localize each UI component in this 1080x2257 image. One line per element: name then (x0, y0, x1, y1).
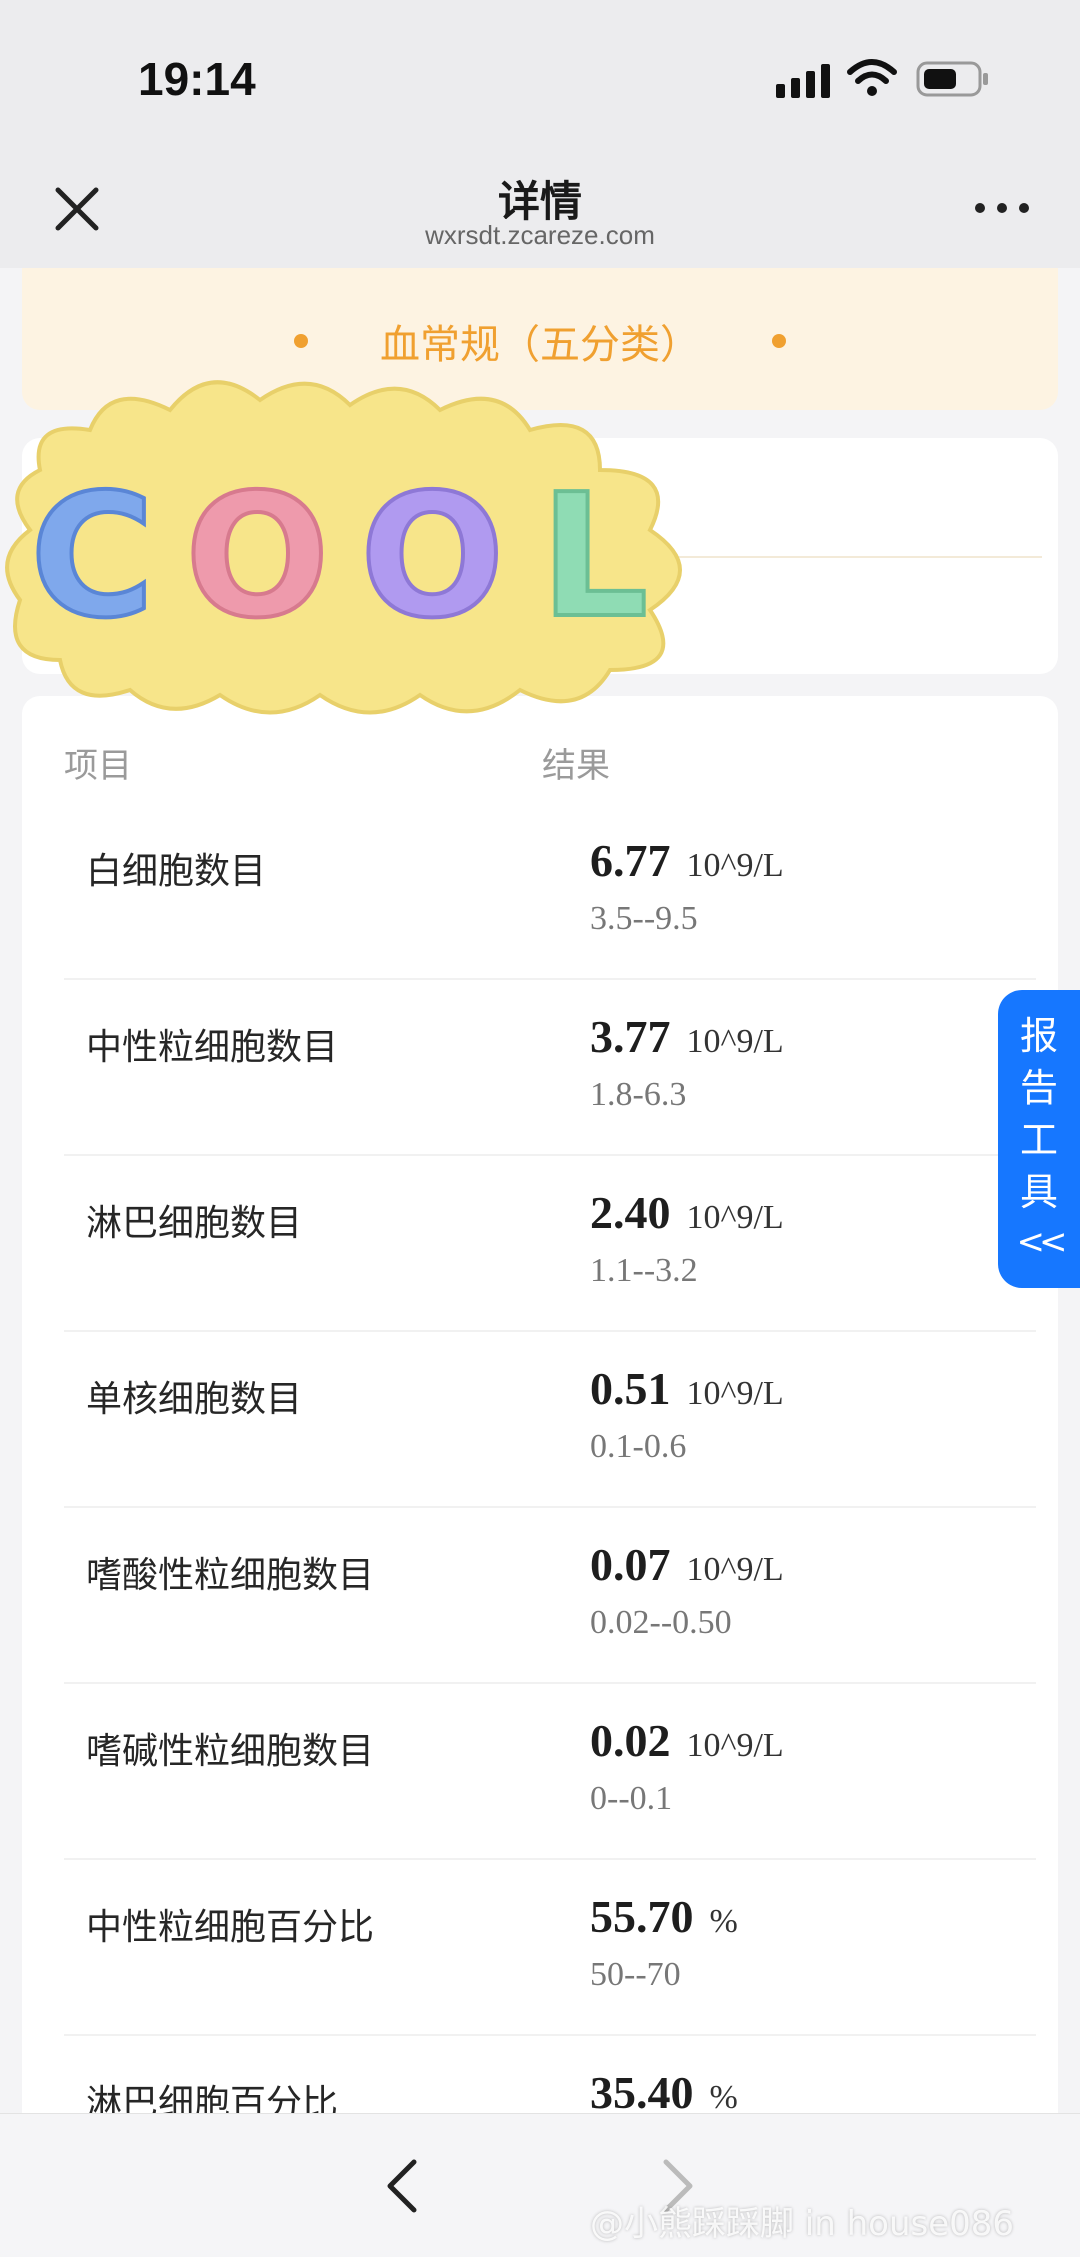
table-row: 嗜酸性粒细胞数目 0.07 10^9/L 0.02--0.50 (64, 1508, 1036, 1684)
bottom-nav-bar: @小熊踩踩脚 in house086 (0, 2113, 1080, 2257)
table-row: 嗜碱性粒细胞数目 0.02 10^9/L 0--0.1 (64, 1684, 1036, 1860)
nav-bar: 详情 wxrsdt.zcareze.com (0, 150, 1080, 268)
page-url: wxrsdt.zcareze.com (425, 220, 655, 250)
row-range: 1.8-6.3 (590, 1076, 687, 1113)
svg-text:O: O (360, 458, 505, 656)
status-bar: 19:14 (0, 0, 1080, 150)
row-range: 3.5--9.5 (590, 900, 698, 937)
row-name: 淋巴细胞百分比 (86, 2083, 339, 2113)
row-name: 白细胞数目 (86, 851, 267, 892)
row-value: 2.40 10^9/L (590, 1187, 784, 1238)
row-range: 50--70 (590, 1956, 681, 1993)
table-row: 淋巴细胞数目 2.40 10^9/L 1.1--3.2 (64, 1156, 1036, 1332)
tool-tab-char: 具 (1019, 1170, 1058, 1214)
row-unit: 10^9/L (686, 1375, 784, 1412)
row-unit: 10^9/L (686, 1727, 784, 1764)
battery-icon (916, 61, 988, 97)
row-value: 6.77 10^9/L (590, 835, 784, 886)
watermark-text: @小熊踩踩脚 in house086 (590, 2204, 1015, 2244)
row-name: 嗜碱性粒细胞数目 (86, 1731, 375, 1772)
report-tools-tab[interactable]: 报 告 工 具 << (998, 990, 1080, 1288)
results-table: 项目 结果 白细胞数目 6.77 10^9/L 3.5--9.5 中性粒细胞数目 … (22, 696, 1058, 2113)
header-result: 结果 (542, 746, 610, 786)
row-unit: 10^9/L (686, 1023, 784, 1060)
row-value: 0.02 10^9/L (590, 1715, 784, 1766)
row-unit: 10^9/L (686, 847, 784, 884)
cool-sticker-image: C O O L (5, 380, 682, 715)
wifi-icon (847, 59, 897, 96)
table-row: 淋巴细胞百分比 35.40% (64, 2036, 1036, 2113)
header-item: 项目 (64, 746, 132, 786)
svg-text:C: C (30, 458, 155, 656)
row-range: 0.1-0.6 (590, 1428, 687, 1465)
banner-dot-right (772, 334, 786, 348)
svg-text:O: O (185, 458, 330, 656)
row-unit: % (709, 1903, 738, 1940)
back-icon[interactable] (380, 2156, 424, 2216)
status-time: 19:14 (138, 53, 256, 105)
row-unit: 10^9/L (686, 1199, 784, 1236)
signal-icon (776, 64, 830, 98)
row-range: 1.1--3.2 (590, 1252, 698, 1289)
table-row: 单核细胞数目 0.51 10^9/L 0.1-0.6 (64, 1332, 1036, 1508)
row-name: 单核细胞数目 (86, 1379, 303, 1420)
row-name: 淋巴细胞数目 (86, 1203, 303, 1244)
tool-tab-char: 报 (1019, 1014, 1058, 1058)
row-name: 嗜酸性粒细胞数目 (86, 1555, 375, 1596)
tool-tab-char: 工 (1019, 1118, 1058, 1162)
row-unit: % (709, 2079, 738, 2113)
table-row: 白细胞数目 6.77 10^9/L 3.5--9.5 (64, 804, 1036, 980)
tool-tab-char: 告 (1019, 1066, 1058, 1110)
collapse-chevron-icon: << (1016, 1222, 1068, 1262)
row-value: 35.40% (590, 2066, 738, 2113)
table-row: 中性粒细胞百分比 55.70% 50--70 (64, 1860, 1036, 2036)
row-name: 中性粒细胞百分比 (86, 1907, 375, 1948)
row-value: 0.07 10^9/L (590, 1539, 784, 1590)
row-range: 0--0.1 (590, 1780, 673, 1817)
row-name: 中性粒细胞数目 (86, 1027, 339, 1068)
row-unit: 10^9/L (686, 1551, 784, 1588)
row-value: 3.77 10^9/L (590, 1011, 784, 1062)
row-value: 0.51 10^9/L (590, 1363, 784, 1414)
table-row: 中性粒细胞数目 3.77 10^9/L 1.8-6.3 (64, 980, 1036, 1156)
screen: 19:14 详情 wxrsdt.zcareze.com 血常规（五分类） 项目 … (0, 0, 1080, 2257)
row-range: 0.02--0.50 (590, 1604, 732, 1641)
svg-text:L: L (540, 458, 648, 656)
more-icon[interactable] (972, 196, 1032, 220)
row-value: 55.70% (590, 1891, 738, 1942)
